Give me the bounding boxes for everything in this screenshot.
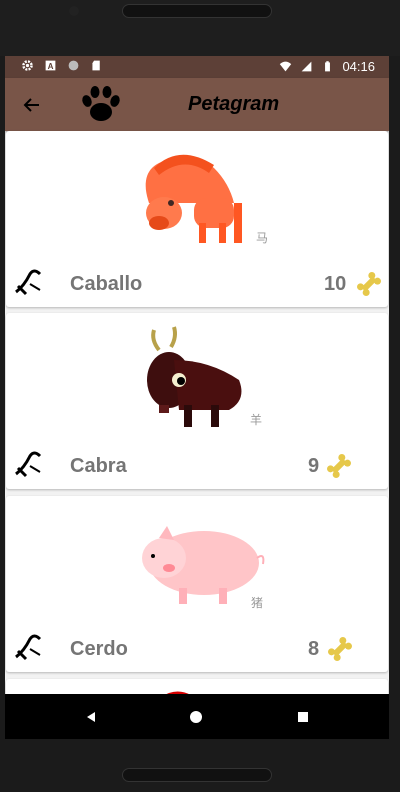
chinese-label: 猪 <box>251 596 264 610</box>
rating-count: 8 <box>308 638 320 660</box>
battery-icon <box>325 61 331 72</box>
back-button[interactable] <box>19 92 45 118</box>
paw-icon[interactable] <box>79 84 123 124</box>
screen: A 04:16 Petagram 马 Caballo 10 羊 Cabra 9 … <box>5 56 389 739</box>
back-triangle-icon <box>87 711 95 722</box>
rate-bone-button[interactable] <box>10 446 46 482</box>
rating-count: 9 <box>308 455 320 477</box>
chinese-label: 羊 <box>250 413 263 427</box>
rate-bone-button[interactable] <box>10 629 46 665</box>
pet-card: 羊 Cabra 9 <box>6 313 388 489</box>
rate-bone-button[interactable] <box>10 264 46 300</box>
device-frame: A 04:16 Petagram 马 Caballo 10 羊 Cabra 9 … <box>0 0 400 792</box>
gear-icon <box>22 60 33 71</box>
nav-home-button[interactable] <box>166 694 226 739</box>
signal-icon <box>302 61 312 72</box>
recents-square-icon <box>298 711 308 722</box>
pet-card: 猪 Cerdo 8 <box>6 496 388 672</box>
pet-name: Cabra <box>70 455 127 477</box>
status-time: 04:16 <box>342 59 375 74</box>
bottom-speaker <box>122 768 272 782</box>
bone-icon <box>357 272 381 296</box>
earpiece-speaker <box>122 4 272 18</box>
status-bar: A 04:16 <box>5 56 389 78</box>
bone-icon <box>328 637 352 661</box>
a-icon: A <box>45 60 56 71</box>
home-circle-icon <box>190 710 202 723</box>
horse-image <box>145 154 242 243</box>
system-navigation-bar <box>5 694 389 739</box>
pet-name: Cerdo <box>70 638 128 660</box>
pet-card: 马 Caballo 10 <box>6 131 388 307</box>
wifi-icon <box>280 61 292 72</box>
app-bar: Petagram <box>5 78 389 131</box>
front-camera <box>69 6 79 16</box>
chinese-label: 马 <box>256 231 269 245</box>
circle-icon <box>68 60 79 71</box>
bone-icon <box>327 454 351 478</box>
arrow-left-icon <box>23 98 39 112</box>
nav-recents-button[interactable] <box>273 694 333 739</box>
nav-back-button[interactable] <box>61 694 121 739</box>
pet-name: Caballo <box>70 273 143 295</box>
app-title: Petagram <box>188 93 280 115</box>
rating-count: 10 <box>324 273 347 295</box>
svg-text:A: A <box>48 62 54 71</box>
sd-card-icon <box>92 60 100 71</box>
